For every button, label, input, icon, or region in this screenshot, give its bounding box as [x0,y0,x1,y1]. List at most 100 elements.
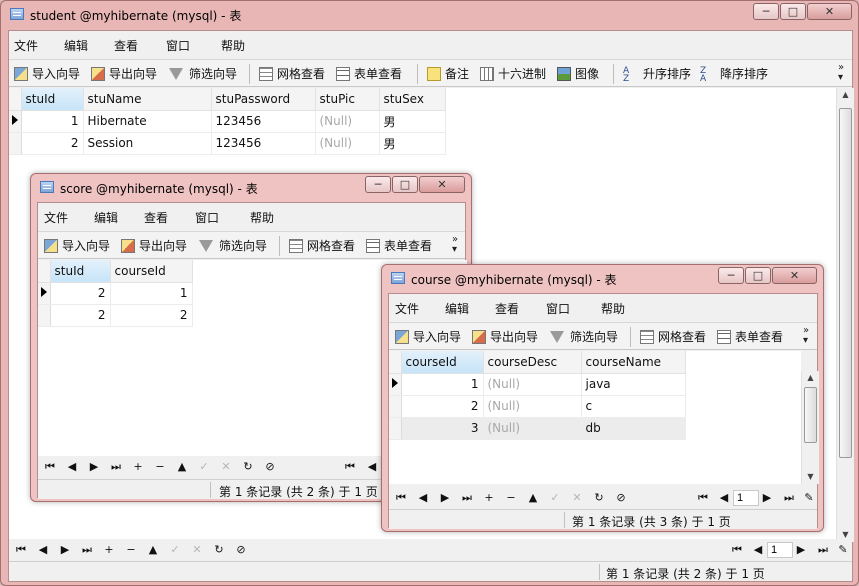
toolbar-overflow-icon[interactable]: » ▾ [452,235,458,255]
apply-changes-icon[interactable]: ✓ [196,459,212,475]
import-wizard-button[interactable]: 导入向导 [14,65,80,83]
stop-icon[interactable]: ⊘ [613,490,629,506]
apply-changes-icon[interactable]: ✓ [167,542,183,558]
menu-view[interactable]: 查看 [495,300,519,317]
import-wizard-button[interactable]: 导入向导 [44,237,110,255]
score-titlebar[interactable]: score @myhibernate (mysql) - 表 ─ □ ✕ [31,174,471,198]
export-wizard-button[interactable]: 导出向导 [472,328,538,346]
menu-file[interactable]: 文件 [44,209,68,226]
prior-record-icon[interactable]: ◀ [64,459,80,475]
close-button[interactable]: ✕ [807,3,852,20]
scroll-down-icon[interactable]: ▼ [802,470,819,484]
table-cell[interactable]: java [581,373,686,396]
discard-changes-icon[interactable]: ✕ [569,490,585,506]
table-cell[interactable]: 123456 [211,110,316,133]
memo-button[interactable]: 备注 [427,65,469,83]
first-record-icon[interactable]: ⏮ [42,459,58,475]
column-header[interactable]: stuName [83,88,212,111]
edit-record-icon[interactable]: ▲ [525,490,541,506]
student-vertical-scrollbar[interactable]: ▲ ▼ [836,88,854,542]
close-button[interactable]: ✕ [772,267,817,284]
table-cell[interactable]: 1 [110,282,193,305]
delete-record-icon[interactable]: − [123,542,139,558]
first-record-icon[interactable]: ⏮ [13,542,29,558]
menu-help[interactable]: 帮助 [601,300,625,317]
course-titlebar[interactable]: course @myhibernate (mysql) - 表 ─ □ ✕ [382,265,823,289]
form-view-button[interactable]: 表单查看 [336,65,402,83]
student-titlebar[interactable]: student @myhibernate (mysql) - 表 ─ □ ✕ [1,1,858,25]
course-vertical-scrollbar[interactable]: ▲ ▼ [801,371,819,484]
table-cell[interactable]: (Null) [483,373,582,396]
menu-view[interactable]: 查看 [114,37,138,54]
page-number-field[interactable] [767,542,793,558]
table-row[interactable]: 1 (Null) java [389,373,686,396]
grid-view-button[interactable]: 网格查看 [259,65,325,83]
form-view-button[interactable]: 表单查看 [366,237,432,255]
toolbar-overflow-icon[interactable]: » ▾ [803,326,809,346]
minimize-button[interactable]: ─ [718,267,744,284]
edit-record-icon[interactable]: ▲ [174,459,190,475]
menu-file[interactable]: 文件 [14,37,38,54]
add-record-icon[interactable]: + [481,490,497,506]
column-header[interactable]: courseName [581,351,686,374]
refresh-icon[interactable]: ↻ [591,490,607,506]
table-cell[interactable]: 2 [401,395,484,418]
first-page-icon[interactable]: ⏮ [695,490,711,506]
menu-help[interactable]: 帮助 [221,37,245,54]
column-header[interactable]: courseId [401,351,484,374]
last-record-icon[interactable]: ⏭ [79,542,95,558]
stop-icon[interactable]: ⊘ [262,459,278,475]
table-row[interactable]: 3 (Null) db [389,417,686,440]
delete-record-icon[interactable]: − [503,490,519,506]
next-page-icon[interactable]: ▶ [759,490,775,506]
toolbar-overflow-icon[interactable]: » ▾ [838,63,844,83]
first-page-icon[interactable]: ⏮ [729,542,745,558]
table-row[interactable]: 2 (Null) c [389,395,686,418]
prior-record-icon[interactable]: ◀ [35,542,51,558]
menu-view[interactable]: 查看 [144,209,168,226]
delete-record-icon[interactable]: − [152,459,168,475]
next-record-icon[interactable]: ▶ [86,459,102,475]
sort-ascending-button[interactable]: A Z 升序排序 [623,65,691,83]
filter-wizard-button[interactable]: 筛选向导 [199,237,267,255]
menu-edit[interactable]: 编辑 [94,209,118,226]
previous-page-icon[interactable]: ◀ [364,459,380,475]
table-cell[interactable]: c [581,395,686,418]
table-cell[interactable]: 2 [21,132,84,155]
stop-icon[interactable]: ⊘ [233,542,249,558]
menu-file[interactable]: 文件 [395,300,419,317]
table-cell[interactable]: 123456 [211,132,316,155]
table-cell[interactable]: 1 [401,373,484,396]
previous-page-icon[interactable]: ◀ [750,542,766,558]
column-header[interactable]: stuSex [379,88,446,111]
menu-window[interactable]: 窗口 [195,209,219,226]
table-cell[interactable]: 男 [379,110,446,133]
menu-edit[interactable]: 编辑 [64,37,88,54]
page-number-field[interactable] [733,490,759,506]
table-cell[interactable]: 男 [379,132,446,155]
image-button[interactable]: 图像 [557,65,599,83]
table-row[interactable]: 2 Session 123456 (Null) 男 [9,132,446,155]
menu-edit[interactable]: 编辑 [445,300,469,317]
last-page-icon[interactable]: ⏭ [781,490,797,506]
scroll-thumb[interactable] [839,108,852,458]
table-cell[interactable]: (Null) [483,395,582,418]
refresh-icon[interactable]: ↻ [211,542,227,558]
filter-wizard-button[interactable]: 筛选向导 [550,328,618,346]
table-cell[interactable]: Hibernate [83,110,212,133]
previous-page-icon[interactable]: ◀ [716,490,732,506]
table-cell[interactable]: 2 [50,282,111,305]
hex-button[interactable]: 十六进制 [480,65,546,83]
edit-record-icon[interactable]: ▲ [145,542,161,558]
grid-view-button[interactable]: 网格查看 [640,328,706,346]
table-cell[interactable]: db [581,417,686,440]
export-wizard-button[interactable]: 导出向导 [121,237,187,255]
maximize-button[interactable]: □ [780,3,806,20]
refresh-icon[interactable]: ↻ [240,459,256,475]
maximize-button[interactable]: □ [745,267,771,284]
prior-record-icon[interactable]: ◀ [415,490,431,506]
table-row[interactable]: 2 2 [38,304,193,327]
grid-view-button[interactable]: 网格查看 [289,237,355,255]
apply-changes-icon[interactable]: ✓ [547,490,563,506]
scroll-up-icon[interactable]: ▲ [837,88,854,102]
